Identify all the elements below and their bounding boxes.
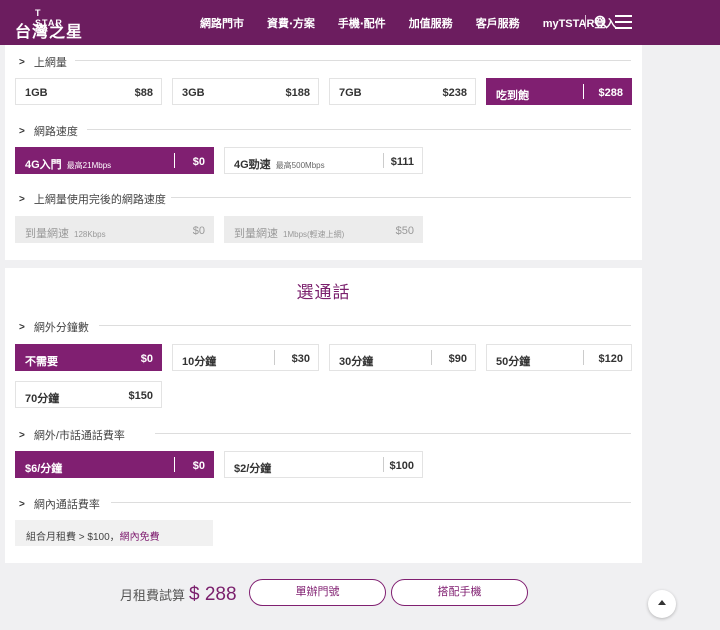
nav-value-added[interactable]: 加值服務 (409, 15, 453, 31)
option-unlimited[interactable]: 吃到飽 $288 (486, 78, 632, 105)
option-3gb[interactable]: 3GB $188 (172, 78, 319, 105)
onnet-free-highlight: 網內免費 (119, 532, 160, 543)
section-divider (75, 60, 631, 61)
section-divider (171, 197, 631, 198)
monthly-fee-amount: $ 288 (189, 584, 237, 605)
chevron-right-icon: > (19, 498, 25, 510)
data-plan-panel: > 上網量 1GB $88 3GB $188 7GB $238 吃到飽 $288 > 網路速… (5, 45, 642, 260)
option-30-minutes[interactable]: 30分鐘 $90 (329, 344, 476, 371)
voice-plan-panel: 選通話 > 網外分鐘數 不需要 $0 10分鐘 $30 30分鐘 $90 50分鐘 $12… (5, 268, 642, 563)
arrow-up-icon (658, 600, 666, 605)
option-1gb[interactable]: 1GB $88 (15, 78, 162, 105)
option-4g-fast[interactable]: 4G勁速 最高500Mbps $111 (224, 147, 423, 174)
option-7gb[interactable]: 7GB $238 (329, 78, 476, 105)
network-speed-label: > 網路速度 (19, 125, 78, 139)
nav-divider (585, 15, 586, 29)
option-throttle-128k: 到量網速 128Kbps $0 (15, 216, 214, 243)
option-rate-2[interactable]: $2/分鐘 $100 (224, 451, 423, 478)
hamburger-menu-icon[interactable] (615, 15, 632, 29)
voice-section-title: 選通話 (296, 283, 351, 302)
after-limit-speed-label: > 上網量使用完後的網路速度 (19, 193, 166, 207)
search-icon[interactable] (594, 15, 608, 29)
option-10-minutes[interactable]: 10分鐘 $30 (172, 344, 319, 371)
option-no-minutes[interactable]: 不需要 $0 (15, 344, 162, 371)
nav-customer-service[interactable]: 客戶服務 (476, 15, 520, 31)
data-volume-label: > 上網量 (19, 56, 67, 70)
chevron-right-icon: > (19, 125, 25, 137)
section-divider (87, 129, 631, 130)
section-divider (99, 325, 631, 326)
option-rate-6[interactable]: $6/分鐘 $0 (15, 451, 214, 478)
chevron-right-icon: > (19, 429, 25, 441)
nav-online-store[interactable]: 網路門市 (200, 15, 244, 31)
sim-only-button[interactable]: 單辦門號 (249, 579, 386, 606)
offnet-rate-label: > 網外/市話通話費率 (19, 429, 125, 443)
monthly-fee-estimate: 月租費試算 $ 288 (120, 584, 237, 605)
onnet-rate-label: > 網內通話費率 (19, 498, 100, 512)
section-divider (155, 433, 631, 434)
offnet-minutes-label: > 網外分鐘數 (19, 321, 89, 335)
logo-chinese: 台灣之星 (15, 24, 84, 41)
with-phone-button[interactable]: 搭配手機 (391, 579, 528, 606)
top-nav-bar: T STAR 台灣之星 網路門市 資費‧方案 手機‧配件 加值服務 客戶服務 m… (0, 0, 720, 45)
onnet-rate-info: 組合月租費 > $100，網內免費 (15, 520, 213, 546)
section-divider (111, 502, 631, 503)
option-throttle-1m: 到量網速 1Mbps(輕速上網) $50 (224, 216, 423, 243)
main-nav: 網路門市 資費‧方案 手機‧配件 加值服務 客戶服務 myTSTAR登入 (200, 0, 639, 45)
chevron-right-icon: > (19, 56, 25, 68)
nav-plans[interactable]: 資費‧方案 (267, 15, 315, 31)
option-50-minutes[interactable]: 50分鐘 $120 (486, 344, 632, 371)
chevron-right-icon: > (19, 321, 25, 333)
option-70-minutes[interactable]: 70分鐘 $150 (15, 381, 162, 408)
option-4g-basic[interactable]: 4G入門 最高21Mbps $0 (15, 147, 214, 174)
back-to-top-button[interactable] (648, 590, 676, 618)
fee-summary-bar: 月租費試算 $ 288 單辦門號 搭配手機 (0, 563, 720, 630)
nav-phones-accessories[interactable]: 手機‧配件 (338, 15, 386, 31)
chevron-right-icon: > (19, 193, 25, 205)
